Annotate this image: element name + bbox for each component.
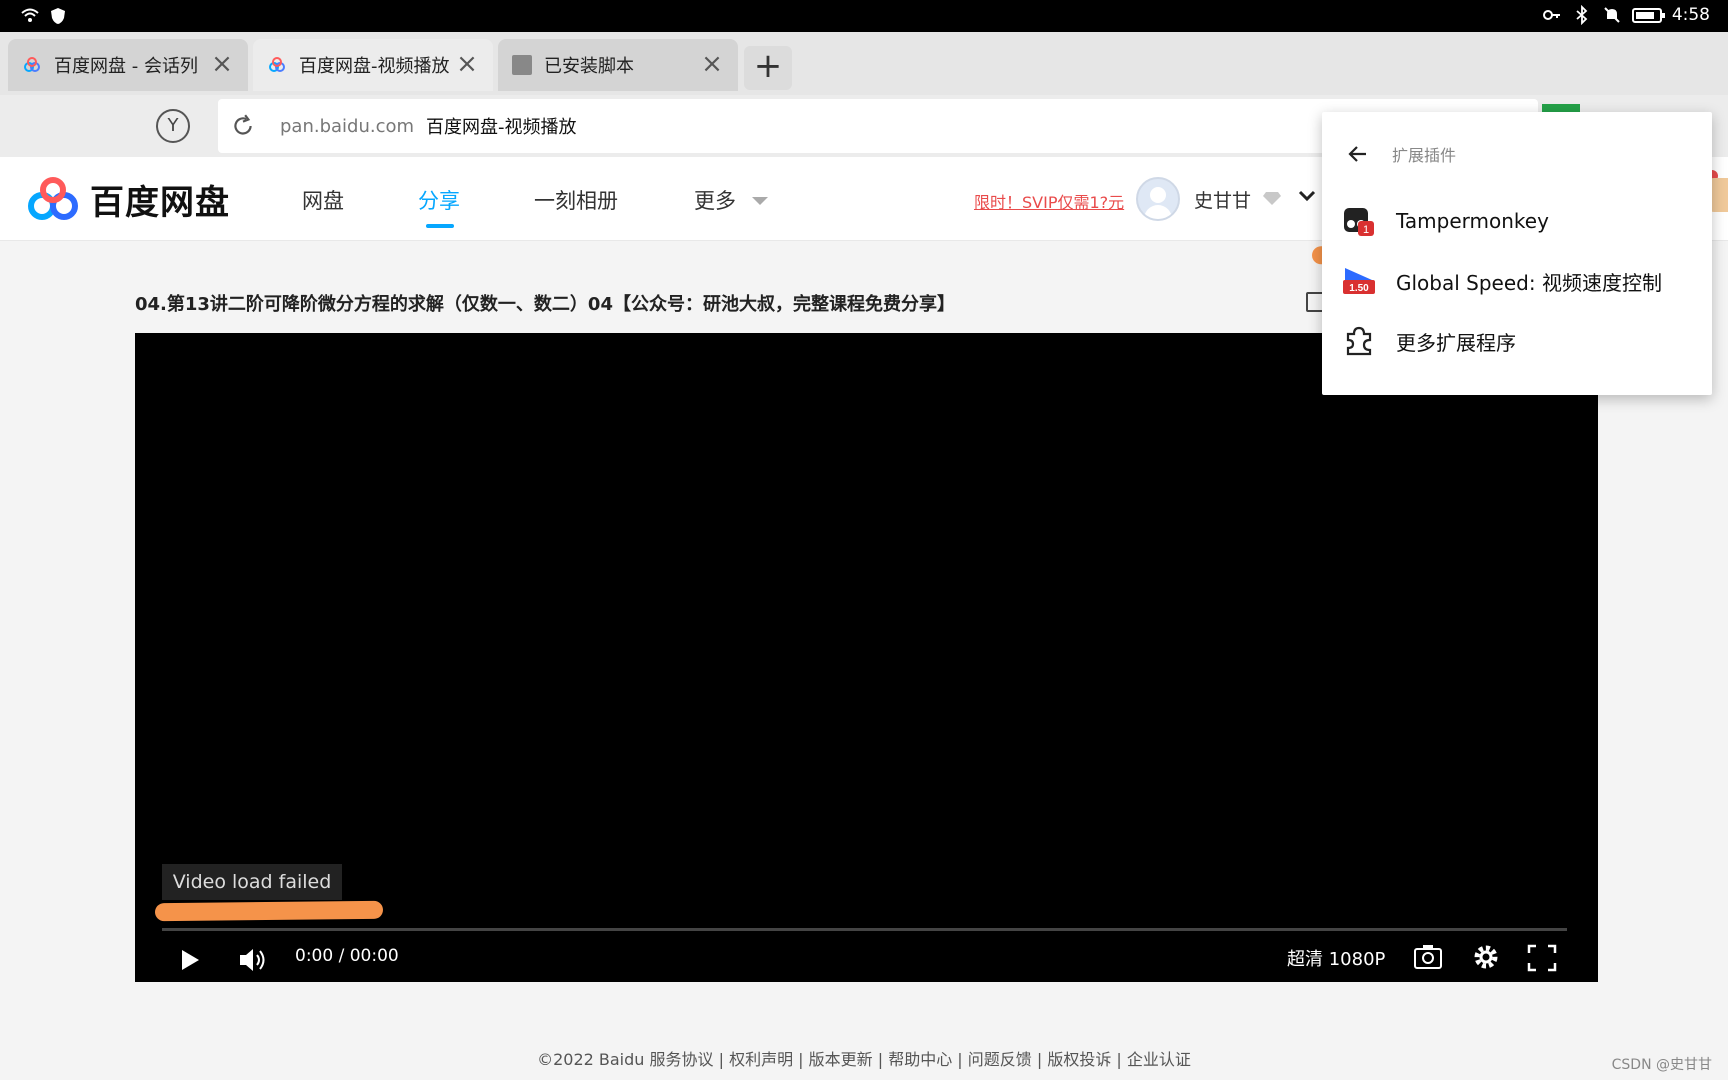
popup-title: 扩展插件 bbox=[1392, 146, 1457, 165]
shield-icon bbox=[51, 8, 65, 24]
tab-title: 已安装脚本 bbox=[544, 56, 634, 77]
extension-label: Tampermonkey bbox=[1396, 209, 1549, 233]
url-page-title: 百度网盘-视频播放 bbox=[426, 117, 577, 138]
nav-album[interactable]: 一刻相册 bbox=[534, 185, 618, 215]
video-progress-bar[interactable] bbox=[162, 928, 1567, 931]
close-tab-icon[interactable]: × bbox=[700, 51, 724, 77]
back-arrow-icon[interactable] bbox=[1346, 142, 1370, 166]
camera-icon[interactable] bbox=[1413, 943, 1443, 971]
yandex-button[interactable]: Y bbox=[156, 109, 190, 143]
play-icon[interactable] bbox=[177, 947, 203, 973]
quality-selector[interactable]: 超清 1080P bbox=[1287, 945, 1385, 971]
url-domain: pan.baidu.com bbox=[280, 115, 415, 137]
mute-icon bbox=[1604, 7, 1620, 23]
svg-text:1: 1 bbox=[1363, 224, 1369, 236]
bluetooth-icon bbox=[1576, 5, 1588, 25]
tab-baidu-chat[interactable]: 百度网盘 - 会话列 × bbox=[8, 39, 248, 91]
tab-strip: 百度网盘 - 会话列 × 百度网盘-视频播放 × 已安装脚本 × + bbox=[0, 32, 1728, 95]
video-error-message: Video load failed bbox=[162, 864, 342, 900]
nav-more[interactable]: 更多 bbox=[694, 185, 736, 215]
wifi-icon bbox=[21, 8, 39, 22]
key-icon bbox=[1542, 10, 1560, 20]
active-nav-indicator bbox=[426, 224, 454, 228]
battery-icon bbox=[1631, 7, 1665, 23]
video-title: 04.第13讲二阶可降阶微分方程的求解（仅数一、数二）04【公众号：研池大叔，完… bbox=[135, 294, 955, 315]
baidu-pan-logo-icon bbox=[28, 176, 78, 220]
extension-label: 更多扩展程序 bbox=[1396, 330, 1516, 355]
nav-share[interactable]: 分享 bbox=[418, 185, 460, 215]
popup-header: 扩展插件 bbox=[1346, 142, 1456, 166]
page-footer[interactable]: ©2022 Baidu 服务协议 | 权利声明 | 版本更新 | 帮助中心 | … bbox=[0, 1046, 1728, 1070]
watermark: CSDN @史甘甘 bbox=[1611, 1057, 1712, 1073]
baidu-pan-favicon bbox=[269, 57, 285, 72]
volume-icon[interactable] bbox=[237, 945, 269, 975]
tab-installed-scripts[interactable]: 已安装脚本 × bbox=[498, 39, 738, 91]
extension-label: Global Speed: 视频速度控制 bbox=[1396, 270, 1662, 295]
tab-title: 百度网盘 - 会话列 bbox=[54, 56, 198, 77]
settings-gear-icon[interactable] bbox=[1471, 942, 1501, 972]
chevron-down-icon[interactable] bbox=[1296, 185, 1318, 207]
extension-popup: 扩展插件 1 Tampermonkey 1.50 Global Speed: 视… bbox=[1322, 112, 1712, 395]
fullscreen-icon[interactable] bbox=[1527, 944, 1557, 972]
tab-baidu-video[interactable]: 百度网盘-视频播放 × bbox=[253, 39, 493, 91]
nav-netdisk[interactable]: 网盘 bbox=[302, 185, 344, 215]
tab-title: 百度网盘-视频播放 bbox=[299, 56, 450, 77]
baidu-pan-favicon bbox=[24, 57, 40, 72]
status-bar: 4:58 bbox=[0, 0, 1728, 32]
baidu-pan-logo[interactable]: 百度网盘 bbox=[26, 175, 230, 224]
vip-diamond-icon bbox=[1263, 192, 1281, 205]
close-tab-icon[interactable]: × bbox=[455, 51, 479, 77]
gray-square-favicon bbox=[512, 55, 532, 75]
status-time: 4:58 bbox=[1671, 5, 1710, 25]
avatar[interactable] bbox=[1136, 177, 1180, 221]
new-tab-button[interactable]: + bbox=[744, 46, 792, 90]
highlight-stroke bbox=[154, 900, 384, 922]
reload-icon[interactable] bbox=[230, 113, 256, 139]
extension-item-global-speed[interactable]: 1.50 Global Speed: 视频速度控制 bbox=[1342, 264, 1662, 298]
svip-promo-link[interactable]: 限时！SVIP仅需1?元 bbox=[974, 189, 1124, 213]
svg-text:1.50: 1.50 bbox=[1349, 283, 1369, 294]
extension-item-tampermonkey[interactable]: 1 Tampermonkey bbox=[1342, 204, 1549, 238]
caret-down-icon[interactable] bbox=[752, 197, 768, 205]
video-player[interactable]: Video load failed 0:00 / 00:00 超清 1080P bbox=[135, 333, 1598, 982]
video-time: 0:00 / 00:00 bbox=[295, 946, 399, 966]
username[interactable]: 史甘甘 bbox=[1194, 186, 1251, 213]
close-tab-icon[interactable]: × bbox=[210, 51, 234, 77]
global-speed-icon: 1.50 bbox=[1343, 268, 1375, 294]
more-extensions-item[interactable]: 更多扩展程序 bbox=[1342, 324, 1516, 358]
logo-text: 百度网盘 bbox=[90, 183, 230, 223]
tampermonkey-icon: 1 bbox=[1344, 208, 1374, 236]
puzzle-icon bbox=[1346, 326, 1372, 356]
